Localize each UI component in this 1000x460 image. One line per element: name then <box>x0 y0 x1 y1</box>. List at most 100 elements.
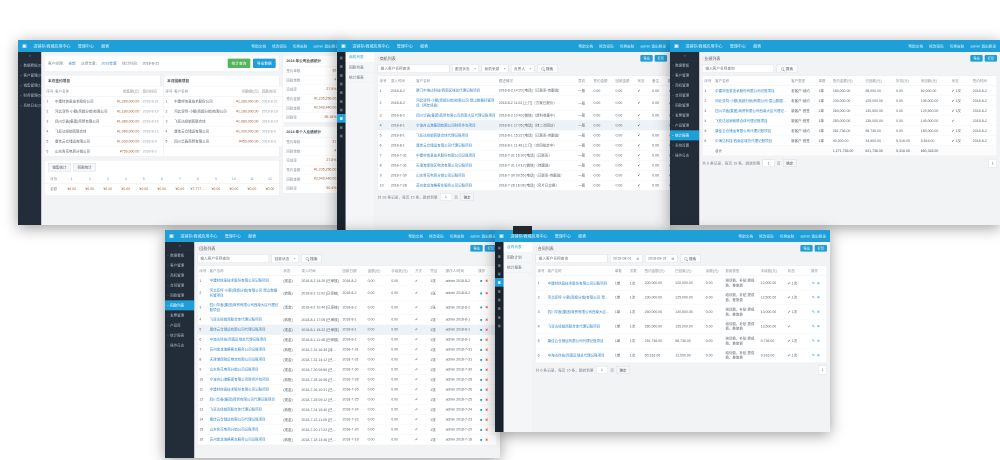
del-action-icon[interactable]: ✖ <box>485 291 488 295</box>
dashboard-icon[interactable]: ▣ <box>337 53 346 62</box>
column-header[interactable]: 操作 <box>477 266 497 276</box>
column-header[interactable]: 9 <box>207 174 225 184</box>
record-link[interactable]: 飞亚达经销商联合体代理记账项目 <box>546 319 613 333</box>
sidebar-item[interactable]: 操作日志 <box>165 340 194 350</box>
record-link[interactable]: 四川华鑫(集团)商贸有限公司西南大区代理记账项目 <box>713 106 789 116</box>
pagination-confirm-button[interactable]: 确定 <box>616 366 630 373</box>
page-number-input[interactable] <box>596 366 608 373</box>
table-row[interactable]: 2河北亚特·小额(商超分销)有限公司·昆山数据托管项目1单1次230,000.0… <box>536 290 827 304</box>
del-action-icon[interactable]: ✖ <box>485 398 488 402</box>
table-row[interactable]: 1中建材信息技术股份有限公司记账项目老客户·续约1单180,000.0098,0… <box>702 86 996 96</box>
filter-dropdown[interactable]: 回款状态 <box>272 254 299 263</box>
sidebar-item[interactable]: 客户管理 <box>165 260 194 270</box>
del-action-icon[interactable]: ✖ <box>485 418 488 422</box>
submenu-item[interactable]: 合同列表 <box>504 242 533 252</box>
nav-menu-item[interactable]: 报表 <box>248 233 256 239</box>
table-row[interactable]: 3飞亚达经销商联合体¥1,080,000.002018-8-13 <box>164 116 284 126</box>
table-row[interactable]: 8天津港保税区物流有限公司记账项目(现金)2018-7-31 14:12 [已审… <box>197 355 496 365</box>
record-link[interactable]: 山东鲁花电商分销公司记账项目 <box>208 425 282 435</box>
sidebar-item[interactable]: 系统日志(3) <box>18 100 41 110</box>
column-header[interactable]: 录入时间 <box>300 266 341 276</box>
nav-user-item[interactable]: admin 退出登录 <box>640 43 666 48</box>
statistics-tab[interactable]: 回款统计 <box>73 163 96 171</box>
record-link[interactable]: 中海达科技/西南区域总代理记账项目 <box>546 348 613 362</box>
search-button[interactable]: 搜索 <box>537 64 558 73</box>
column-header[interactable]: 客户名称 <box>414 76 497 86</box>
column-header[interactable]: 备注 <box>650 76 665 86</box>
user-action-icon[interactable]: ☻ <box>479 408 483 412</box>
column-header[interactable]: 客户名称 <box>53 86 109 96</box>
nav-user-item[interactable]: admin 退出登录 <box>800 233 826 238</box>
record-link[interactable]: 康佳云仓储运有限公司代理记账项目 <box>546 334 613 348</box>
app-logo-icon[interactable]: ▣ <box>674 43 679 48</box>
log-icon[interactable]: ▣ <box>337 131 346 140</box>
edit-action-icon[interactable]: ✎ <box>812 296 815 300</box>
chance-icon[interactable]: ▣ <box>337 71 346 80</box>
column-header[interactable]: 2 <box>81 174 99 184</box>
nav-user-item[interactable]: 修改密码 <box>272 43 287 48</box>
del-action-icon[interactable]: ✖ <box>485 306 488 310</box>
statistics-tab[interactable]: 销售统计 <box>48 163 71 171</box>
table-row[interactable]: 3四川华鑫(集团)商贸有限公司西南大区代理记账项目(现金)2018-8-2 10… <box>197 300 496 314</box>
sidebar-item[interactable]: 回款管理 <box>670 100 699 110</box>
nav-user-item[interactable]: 切换皮肤 <box>780 233 795 238</box>
sidebar-item[interactable]: 销售管理(12) <box>18 80 41 90</box>
table-row[interactable]: 4飞亚达经销商联合体代理记账项目新客户·首签1单280,000.00135,00… <box>702 116 996 126</box>
table-row[interactable]: 10宁波舟山港集团有限公司财务外包项目(转账)2018-7-28 16:08 [… <box>197 375 496 385</box>
record-link[interactable]: 天津港保税区物流有限公司记账项目 <box>208 355 282 365</box>
column-header[interactable]: 月份 <box>45 174 63 184</box>
record-link[interactable]: 四川华鑫(集团)商贸有限公司西南大区代理记账项目 <box>546 305 613 319</box>
record-link[interactable]: 中建材信息技术股份有限公司记账项目 <box>713 86 789 96</box>
table-row[interactable]: 6中海达科技/西南区域总代理记账项目新客户·首签1单40,000.0034,50… <box>702 136 996 146</box>
table-row[interactable]: 1中建材信息技术股份公司¥1,280,000.002018-8-21 <box>164 96 284 106</box>
del-action-icon[interactable]: ✖ <box>485 408 488 412</box>
del-action-icon[interactable]: ✖ <box>485 348 488 352</box>
column-header[interactable]: 已回款(元) <box>864 76 895 86</box>
search-button[interactable]: 搜索 <box>680 254 701 263</box>
table-row[interactable]: 6中海达科技/西南区域总代理记账项目1单1次50,316.0012,500.00… <box>536 348 827 362</box>
sidebar-item[interactable]: 回款管理 <box>165 290 194 300</box>
nav-user-item[interactable]: 帮助文档 <box>908 43 923 48</box>
nav-user-item[interactable]: 帮助文档 <box>408 233 423 238</box>
column-header[interactable]: 折扣(元) <box>894 76 919 86</box>
user-action-icon[interactable]: ☻ <box>479 358 483 362</box>
del-action-icon[interactable]: ✖ <box>485 388 488 392</box>
record-link[interactable]: 飞亚达经销商联合体代理记账项目 <box>208 405 282 415</box>
page-number-button[interactable]: 1 <box>988 159 997 168</box>
column-header[interactable]: 操作人/时间 <box>444 266 477 276</box>
record-link[interactable]: 中建材信息技术股份有限公司记账项目 <box>414 150 497 160</box>
search-button[interactable]: 搜索 <box>777 64 798 73</box>
column-header[interactable]: 12 <box>261 174 279 184</box>
column-header[interactable]: 费用类型 <box>724 266 759 276</box>
column-header[interactable]: 状态 <box>950 76 971 86</box>
sidebar-item[interactable]: 操作日志 <box>670 150 699 160</box>
nav-menu-item[interactable]: 进销存/商城应用中心 <box>685 43 722 49</box>
nav-user-item[interactable]: 修改密码 <box>929 43 944 48</box>
record-link[interactable]: 四川华鑫(集团)商贸有限公司西南大区代理记账项目 <box>208 300 282 314</box>
del-action-icon[interactable]: ✖ <box>817 339 820 343</box>
invoice-icon[interactable]: ▣ <box>495 287 504 296</box>
report-icon[interactable]: ▣ <box>337 114 346 123</box>
column-header[interactable]: 11 <box>243 174 261 184</box>
record-link[interactable]: 苏州金龙海格客车服务公司记账项目 <box>208 435 282 445</box>
column-header[interactable]: 签约金额 <box>592 76 614 86</box>
record-link[interactable]: 四川华鑫(集团)商贸有限公司代理记账项目 <box>208 395 282 405</box>
column-header[interactable]: 回款额(元) <box>228 86 260 96</box>
table-row[interactable]: 32018-8-2四川华鑫(集团)商贸有限公司西南大区代理记账项目2018-8-… <box>378 110 670 120</box>
table-row[interactable]: 9山东鲁花电商分销公司记账项目(现金)2018-7-30 09:55 [已审核]… <box>197 365 496 375</box>
table-row[interactable]: 1中建材信息技术股份有限公司记账项目1单1次200,000.00120,000.… <box>536 276 827 290</box>
table-row[interactable]: 52018-8-1飞亚达经销商联合体代理记账项目2018-8-1 15:22 [… <box>378 130 670 140</box>
record-link[interactable]: 中海达科技/西南区域总代理记账项目 <box>713 136 789 146</box>
user-action-icon[interactable]: ☻ <box>479 348 483 352</box>
column-header[interactable]: 状态 <box>282 266 300 276</box>
toolbar-pill-button[interactable]: 导出 <box>470 245 482 252</box>
column-header[interactable]: 6 <box>153 174 171 184</box>
user-action-icon[interactable]: ☻ <box>479 328 483 332</box>
nav-user-item[interactable]: 切换皮肤 <box>450 233 465 238</box>
run-statistics-button[interactable]: 统计查询 <box>228 59 251 68</box>
toolbar-pill-button[interactable]: 打印 <box>655 55 667 62</box>
sidebar-item[interactable]: 商机管理 <box>670 80 699 90</box>
user-action-icon[interactable]: ☻ <box>479 306 483 310</box>
column-header[interactable]: 手续费(元) <box>390 266 414 276</box>
nav-user-item[interactable]: 切换皮肤 <box>620 43 635 48</box>
